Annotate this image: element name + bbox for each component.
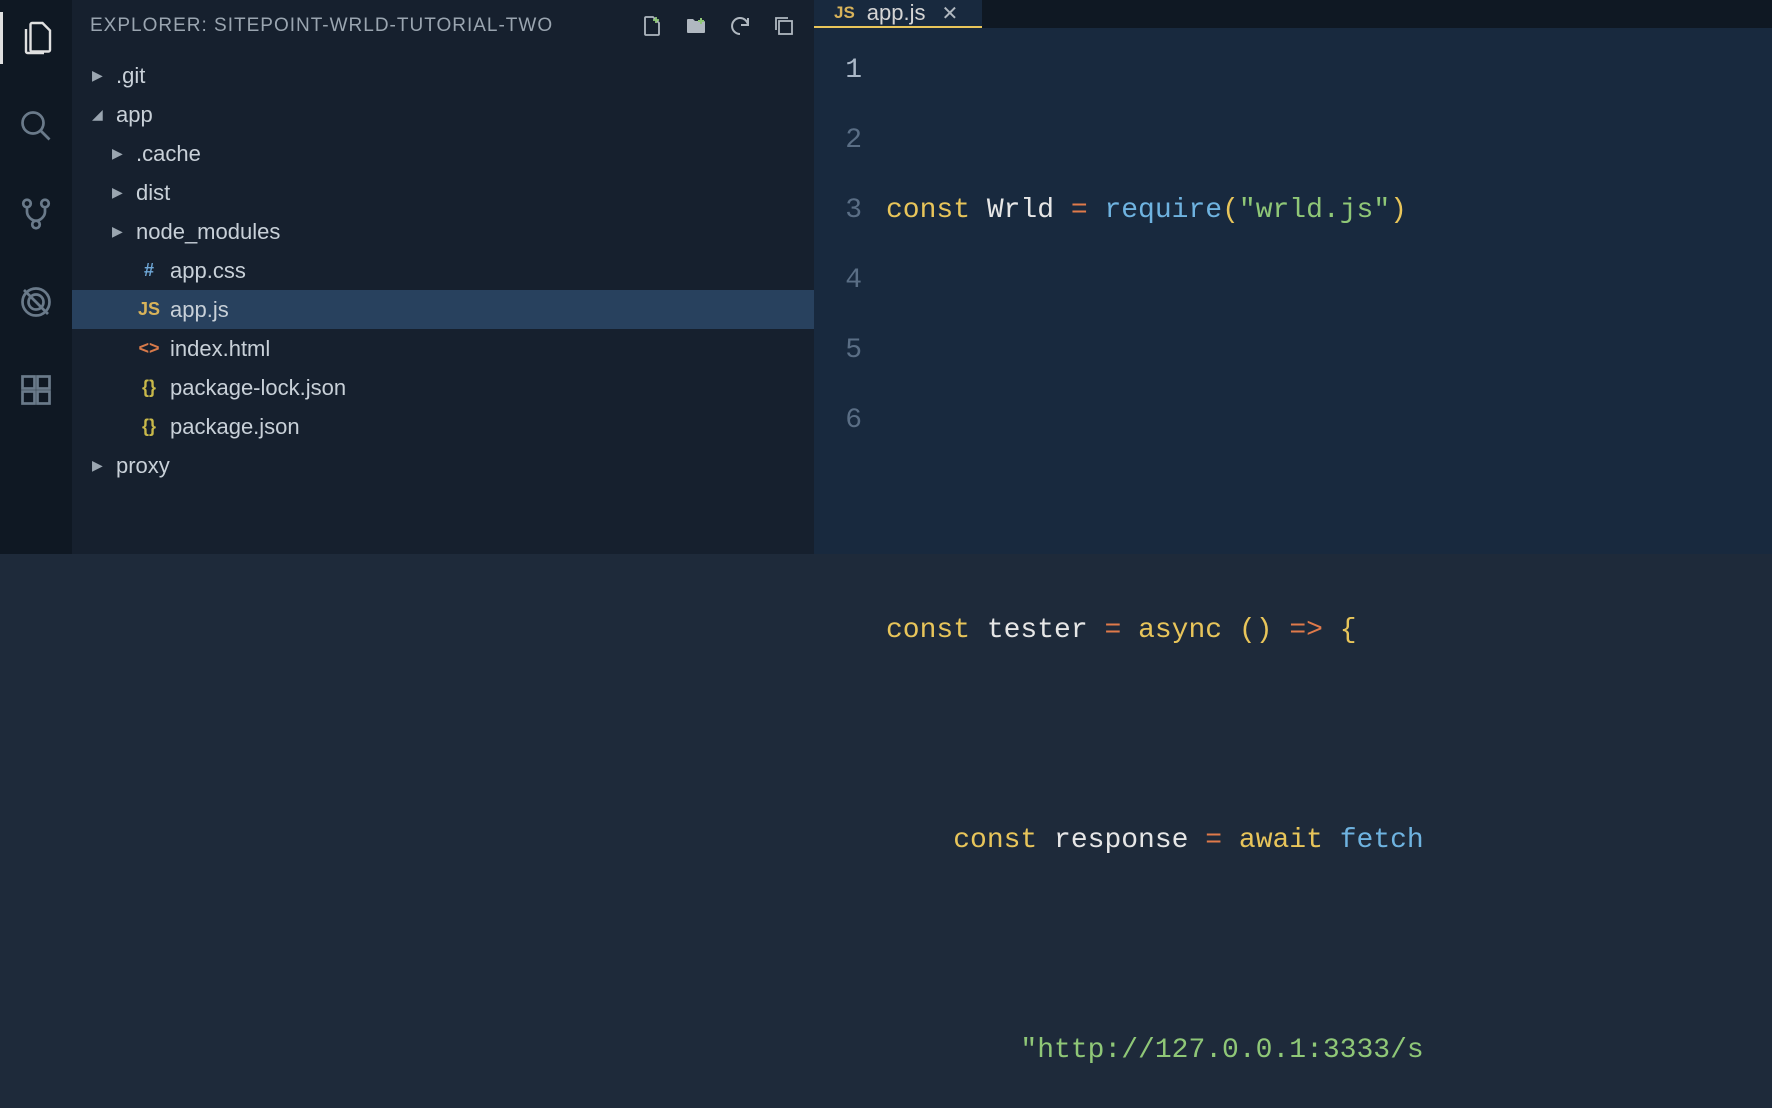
extensions-icon[interactable] — [0, 364, 72, 416]
js-file-icon: JS — [136, 299, 162, 320]
file-app-css[interactable]: #app.css — [72, 251, 814, 290]
new-folder-icon[interactable] — [684, 14, 708, 38]
file-index-html[interactable]: <>index.html — [72, 329, 814, 368]
css-file-icon: # — [136, 260, 162, 281]
folder-git[interactable]: ▶.git — [72, 56, 814, 95]
file-tree: ▶.git ◢app ▶.cache ▶dist ▶node_modules #… — [72, 52, 814, 489]
search-icon[interactable] — [0, 100, 72, 152]
git-icon[interactable] — [0, 188, 72, 240]
line-gutter: 1 2 3 4 5 6 — [814, 36, 886, 1108]
explorer-title: EXPLORER: SITEPOINT-WRLD-TUTORIAL-TWO — [90, 15, 553, 37]
refresh-icon[interactable] — [728, 14, 752, 38]
line-number: 4 — [814, 246, 862, 316]
tab-label: app.js — [867, 0, 926, 26]
code-content[interactable]: const Wrld = require("wrld.js") const te… — [886, 36, 1772, 1108]
file-package-json[interactable]: {}package.json — [72, 407, 814, 446]
code-editor[interactable]: 1 2 3 4 5 6 const Wrld = require("wrld.j… — [814, 28, 1772, 1108]
folder-cache[interactable]: ▶.cache — [72, 134, 814, 173]
code-line: const Wrld = require("wrld.js") — [886, 176, 1772, 246]
chevron-right-icon: ▶ — [92, 457, 108, 474]
explorer-sidebar: EXPLORER: SITEPOINT-WRLD-TUTORIAL-TWO ▶.… — [72, 0, 814, 554]
folder-dist[interactable]: ▶dist — [72, 173, 814, 212]
editor-panel: JS app.js ✕ 1 2 3 4 5 6 const Wrld = req… — [814, 0, 1772, 554]
explorer-header: EXPLORER: SITEPOINT-WRLD-TUTORIAL-TWO — [72, 0, 814, 52]
explorer-actions — [640, 14, 796, 38]
line-number: 6 — [814, 386, 862, 456]
chevron-right-icon: ▶ — [92, 67, 108, 84]
chevron-right-icon: ▶ — [112, 223, 128, 240]
code-line: const response = await fetch — [886, 806, 1772, 876]
line-number: 5 — [814, 316, 862, 386]
chevron-right-icon: ▶ — [112, 145, 128, 162]
file-package-lock-json[interactable]: {}package-lock.json — [72, 368, 814, 407]
folder-node-modules[interactable]: ▶node_modules — [72, 212, 814, 251]
line-number: 3 — [814, 176, 862, 246]
folder-app[interactable]: ◢app — [72, 95, 814, 134]
html-file-icon: <> — [136, 338, 162, 359]
js-file-icon: JS — [834, 3, 855, 23]
json-file-icon: {} — [136, 416, 162, 437]
chevron-down-icon: ◢ — [92, 106, 108, 123]
close-icon[interactable]: ✕ — [938, 1, 963, 26]
line-number: 2 — [814, 106, 862, 176]
code-line: const tester = async () => { — [886, 596, 1772, 666]
debug-icon[interactable] — [0, 276, 72, 328]
code-line — [886, 386, 1772, 456]
activity-bar — [0, 0, 72, 554]
tab-app-js[interactable]: JS app.js ✕ — [814, 0, 982, 28]
collapse-all-icon[interactable] — [772, 14, 796, 38]
file-app-js[interactable]: JSapp.js — [72, 290, 814, 329]
line-number: 1 — [814, 36, 862, 106]
files-icon[interactable] — [0, 12, 72, 64]
json-file-icon: {} — [136, 377, 162, 398]
code-line: "http://127.0.0.1:3333/s — [886, 1016, 1772, 1086]
chevron-right-icon: ▶ — [112, 184, 128, 201]
folder-proxy[interactable]: ▶proxy — [72, 446, 814, 485]
editor-tabs: JS app.js ✕ — [814, 0, 1772, 28]
new-file-icon[interactable] — [640, 14, 664, 38]
